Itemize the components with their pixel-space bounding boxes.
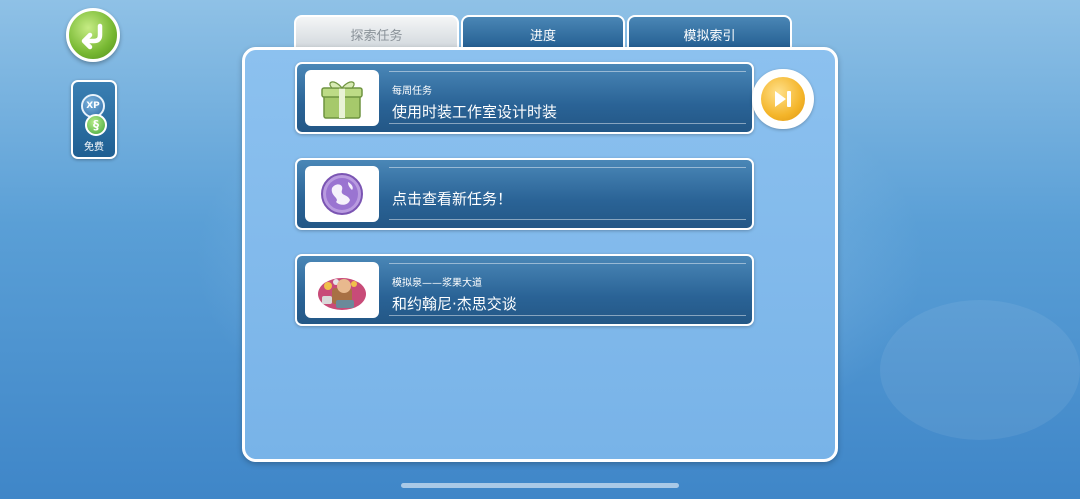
divider [389,263,746,264]
divider [389,167,746,168]
task-talk[interactable]: 模拟泉——浆果大道 和约翰尼·杰思交谈 [295,254,754,326]
task-weekly[interactable]: 每周任务 使用时装工作室设计时装 [295,62,754,134]
task-thumbnail [305,262,379,318]
tab-label: 进度 [529,28,556,44]
tab-progress[interactable]: 进度 [461,15,625,51]
skip-task-button[interactable] [752,69,814,129]
task-thumbnail [305,70,379,126]
divider [389,123,746,124]
divider [389,71,746,72]
reward-label: 免费 [84,142,104,153]
task-subtitle: 模拟泉——浆果大道 [392,278,482,289]
gift-box-icon [321,81,363,119]
task-title: 使用时装工作室设计时装 [392,103,558,121]
back-button[interactable] [66,8,120,62]
skip-button-face [761,77,805,121]
back-arrow-icon [81,23,103,50]
background-glow [880,300,1080,440]
globe-icon [321,173,363,215]
tab-label: 探索任务 [350,28,403,44]
home-indicator[interactable] [401,483,679,488]
tab-explore-tasks[interactable]: 探索任务 [294,15,459,51]
tab-sim-index[interactable]: 模拟索引 [627,15,792,51]
task-title: 和约翰尼·杰思交谈 [392,295,517,313]
tab-label: 模拟索引 [683,28,736,44]
divider [389,315,746,316]
divider [389,219,746,220]
task-title: 点击查看新任务！ [392,190,513,208]
character-portrait-icon [318,278,366,310]
game-screen: XP § 免费 探索任务 进度 模拟索引 每周任务 使用时装工作室设计时装 点击… [0,0,1080,499]
task-new[interactable]: 点击查看新任务！ [295,158,754,230]
simoleon-icon: § [85,114,107,136]
task-subtitle: 每周任务 [392,86,432,97]
free-reward-card[interactable]: XP § 免费 [71,80,117,159]
skip-forward-icon [775,91,791,107]
task-thumbnail [305,166,379,222]
